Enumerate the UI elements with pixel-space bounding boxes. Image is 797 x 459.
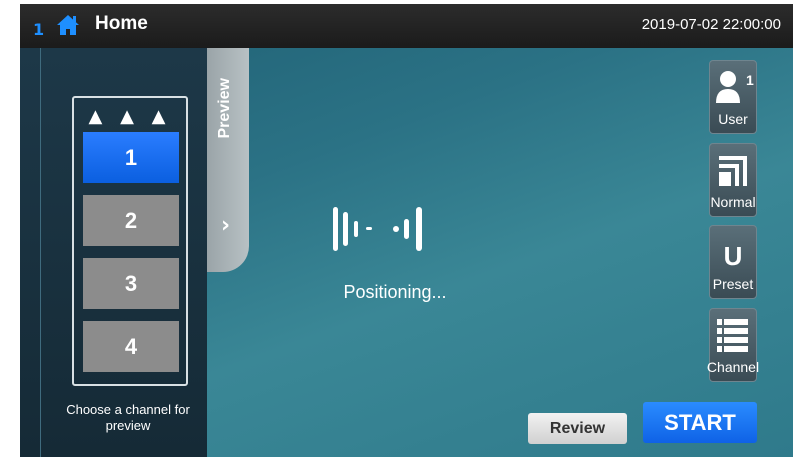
channel-selector: ▲ ▲ ▲ 1 2 3 4 <box>72 96 188 386</box>
channel-label: Channel <box>706 359 760 375</box>
normal-mode-label: Normal <box>710 194 756 210</box>
home-icon[interactable] <box>56 14 80 36</box>
preset-glyph: U <box>724 241 743 271</box>
user-label: User <box>718 111 748 127</box>
scroll-up-arrows[interactable]: ▲ ▲ ▲ <box>74 106 186 127</box>
review-button[interactable]: Review <box>528 413 627 444</box>
user-icon: 1 <box>716 71 754 103</box>
chevron-right-icon: › <box>221 213 231 238</box>
positioning-status: Positioning... <box>343 282 447 302</box>
channel-list-button[interactable]: Channel <box>707 308 759 382</box>
start-button[interactable]: START <box>643 402 757 443</box>
preview-label: Preview <box>216 78 233 139</box>
preset-icon: U <box>724 241 743 271</box>
datetime-display: 2019-07-02 22:00:00 <box>641 16 781 33</box>
user-badge: 1 <box>746 72 754 88</box>
normal-mode-icon <box>719 156 747 186</box>
normal-mode-button[interactable]: Normal <box>709 143 757 217</box>
preset-button[interactable]: U Preset <box>709 225 757 299</box>
channel-button-1[interactable]: 1 <box>83 132 179 183</box>
channel-button-3[interactable]: 3 <box>83 258 179 309</box>
page-title: Home <box>95 13 148 34</box>
list-icon <box>717 319 748 352</box>
preview-tab[interactable]: Preview › <box>207 48 249 272</box>
channel-button-4[interactable]: 4 <box>83 321 179 372</box>
panel-divider <box>40 48 41 457</box>
user-button[interactable]: 1 User <box>709 60 757 134</box>
channel-indicator: 1 <box>33 20 45 39</box>
signal-loading-icon <box>333 207 422 251</box>
preset-label: Preset <box>712 276 754 292</box>
channel-hint-text: Choose a channel for preview <box>66 402 190 433</box>
top-bar: 1 Home 2019-07-02 22:00:00 <box>20 4 793 48</box>
channel-button-2[interactable]: 2 <box>83 195 179 246</box>
device-screen: 1 Home 2019-07-02 22:00:00 ▲ ▲ ▲ 1 2 3 4… <box>20 4 793 457</box>
